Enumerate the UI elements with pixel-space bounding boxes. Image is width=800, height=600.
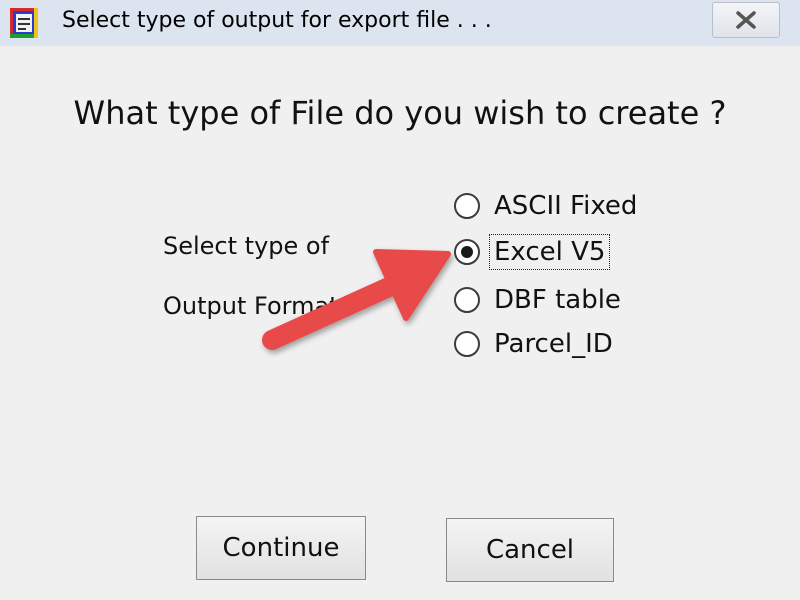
option-label: DBF table (494, 285, 621, 315)
window-title: Select type of output for export file . … (62, 8, 492, 33)
option-dbf-table[interactable]: DBF table (454, 282, 623, 318)
option-excel-v5[interactable]: Excel V5 (454, 234, 611, 270)
option-label: Parcel_ID (494, 329, 613, 359)
pointer-arrow-icon (262, 249, 451, 350)
cancel-button[interactable]: Cancel (446, 518, 614, 582)
option-label: ASCII Fixed (494, 191, 638, 221)
option-ascii-fixed[interactable]: ASCII Fixed (454, 188, 639, 224)
app-icon (10, 8, 38, 38)
option-label: Excel V5 (488, 234, 611, 270)
close-x-icon (736, 11, 756, 29)
option-parcel-id[interactable]: Parcel_ID (454, 326, 615, 362)
dialog-question: What type of File do you wish to create … (73, 94, 727, 132)
continue-button[interactable]: Continue (196, 516, 366, 580)
close-button[interactable] (712, 2, 780, 38)
title-bar: Select type of output for export file . … (0, 0, 800, 47)
